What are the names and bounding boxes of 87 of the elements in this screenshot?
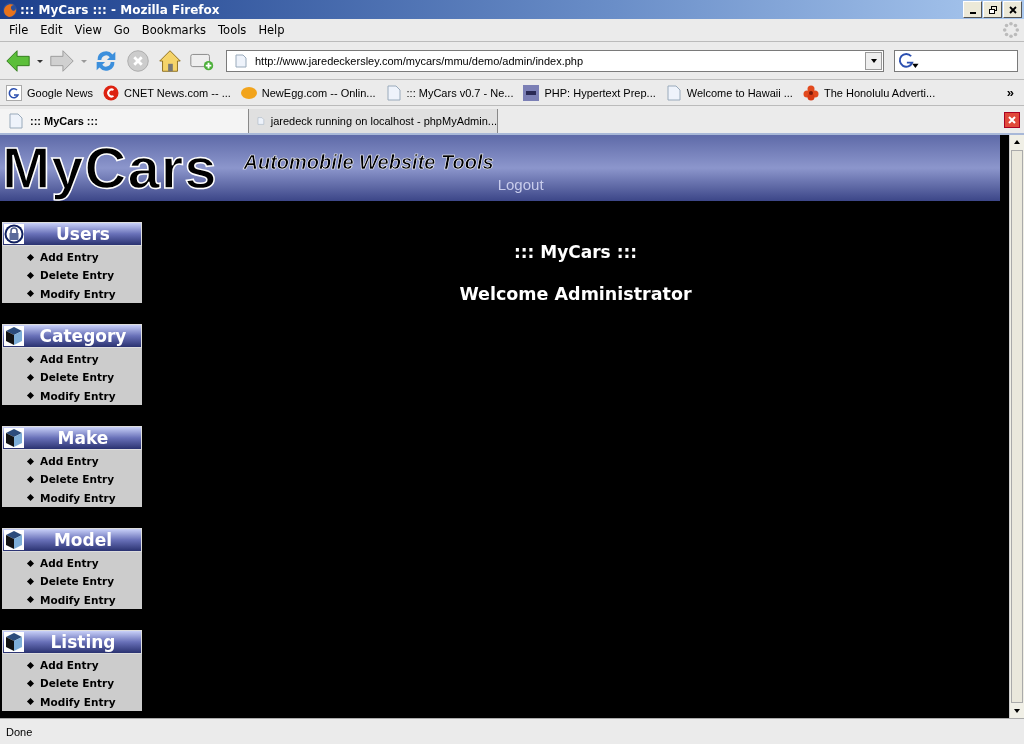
letter-c-logo-icon: [103, 84, 120, 101]
close-button[interactable]: [1003, 1, 1022, 18]
bookmark-item[interactable]: The Honolulu Adverti...: [802, 84, 936, 101]
bullet-icon: [26, 596, 35, 604]
menu-link[interactable]: Modify Entry: [28, 386, 142, 405]
section-header: Listing: [2, 630, 142, 654]
close-tab-button[interactable]: [1004, 112, 1020, 128]
menu-link[interactable]: Delete Entry: [28, 674, 142, 693]
menu-item[interactable]: File: [3, 23, 35, 37]
window-title: ::: MyCars ::: - Mozilla Firefox: [20, 2, 220, 17]
egg-logo-icon: [240, 84, 257, 101]
address-bar[interactable]: http://www.jaredeckersley.com/mycars/mmu/demo/admin/index.php: [226, 49, 884, 72]
bookmark-item[interactable]: ::: MyCars v0.7 - Ne...: [385, 84, 514, 101]
menu-link[interactable]: Add Entry: [28, 656, 142, 675]
cube-icon: [4, 530, 24, 550]
bookmark-item[interactable]: Google News: [6, 84, 94, 101]
menu-link[interactable]: Add Entry: [28, 350, 142, 369]
bullet-icon: [26, 475, 35, 483]
search-field[interactable]: [894, 49, 1018, 72]
minimize-icon: [969, 11, 976, 14]
browser-tab[interactable]: jaredeck running on localhost - phpMyAdmin...: [249, 109, 498, 133]
bullet-icon: [26, 457, 35, 465]
padlock-icon: [4, 224, 24, 244]
tagline: Automobile Website Tools: [243, 151, 494, 174]
page-icon: [665, 84, 682, 101]
restore-icon: [987, 4, 998, 15]
bullet-icon: [26, 577, 35, 585]
close-icon: [1007, 115, 1017, 125]
bullet-icon: [26, 494, 35, 502]
status-text: Done: [6, 725, 33, 738]
close-icon: [1007, 4, 1018, 15]
bullet-icon: [26, 290, 35, 298]
page-icon: [385, 84, 402, 101]
section-header: Model: [2, 528, 142, 552]
page-icon: [235, 53, 247, 68]
menu-item[interactable]: Tools: [212, 23, 253, 37]
bullet-icon: [26, 559, 35, 567]
menu-link[interactable]: Add Entry: [28, 248, 142, 267]
google-g-icon: [6, 84, 22, 101]
menu-link[interactable]: Delete Entry: [28, 266, 142, 285]
cube-icon: [4, 326, 24, 346]
bullet-icon: [26, 373, 35, 381]
caret-icon: [869, 56, 878, 65]
bookmark-item[interactable]: Welcome to Hawaii ...: [665, 84, 793, 101]
section-header: Category: [2, 324, 142, 348]
bullet-icon: [26, 355, 35, 363]
menu-link[interactable]: Modify Entry: [28, 488, 142, 507]
bullet-icon: [26, 392, 35, 400]
restore-button[interactable]: [983, 1, 1002, 18]
vertical-scrollbar[interactable]: [1009, 135, 1024, 718]
menu-item[interactable]: Help: [252, 23, 291, 37]
menu-item[interactable]: View: [68, 23, 108, 37]
flower-icon: [802, 84, 819, 101]
menu-link[interactable]: Delete Entry: [28, 572, 142, 591]
bookmark-item[interactable]: PHP: Hypertext Prep...: [523, 84, 656, 101]
php-logo-icon: [523, 84, 540, 101]
section-header: Make: [2, 426, 142, 450]
page-heading: ::: MyCars :::: [513, 242, 638, 262]
menu-link[interactable]: Modify Entry: [28, 692, 142, 711]
bookmark-item[interactable]: CNET News.com -- ...: [103, 84, 231, 101]
site-logo: MyCars: [1, 135, 218, 201]
minimize-button[interactable]: [963, 1, 982, 18]
bullet-icon: [26, 271, 35, 279]
bullet-icon: [26, 253, 35, 261]
firefox-logo-icon: [2, 1, 18, 18]
browser-tab[interactable]: ::: MyCars :::: [0, 109, 249, 133]
menu-link[interactable]: Add Entry: [28, 554, 142, 573]
bookmark-item[interactable]: NewEgg.com -- Onlin...: [240, 84, 376, 101]
dropdown-button[interactable]: [865, 51, 882, 70]
menu-link[interactable]: Add Entry: [28, 452, 142, 471]
bullet-icon: [26, 679, 35, 687]
menu-item[interactable]: Edit: [34, 23, 69, 37]
menu-link[interactable]: Modify Entry: [28, 284, 142, 303]
google-g-icon: [898, 52, 920, 69]
menu-link[interactable]: Modify Entry: [28, 590, 142, 609]
section-header: Users: [2, 222, 142, 246]
menu-item[interactable]: Go: [107, 23, 136, 37]
menu-link[interactable]: Delete Entry: [28, 368, 142, 387]
bullet-icon: [26, 661, 35, 669]
cube-icon: [4, 632, 24, 652]
more-bookmarks-button[interactable]: »: [1006, 85, 1014, 100]
welcome-heading: Welcome Administrator: [459, 284, 692, 304]
bullet-icon: [26, 698, 35, 706]
menu-item[interactable]: Bookmarks: [135, 23, 213, 37]
cube-icon: [4, 428, 24, 448]
menu-link[interactable]: Delete Entry: [28, 470, 142, 489]
page-icon: [8, 113, 24, 129]
